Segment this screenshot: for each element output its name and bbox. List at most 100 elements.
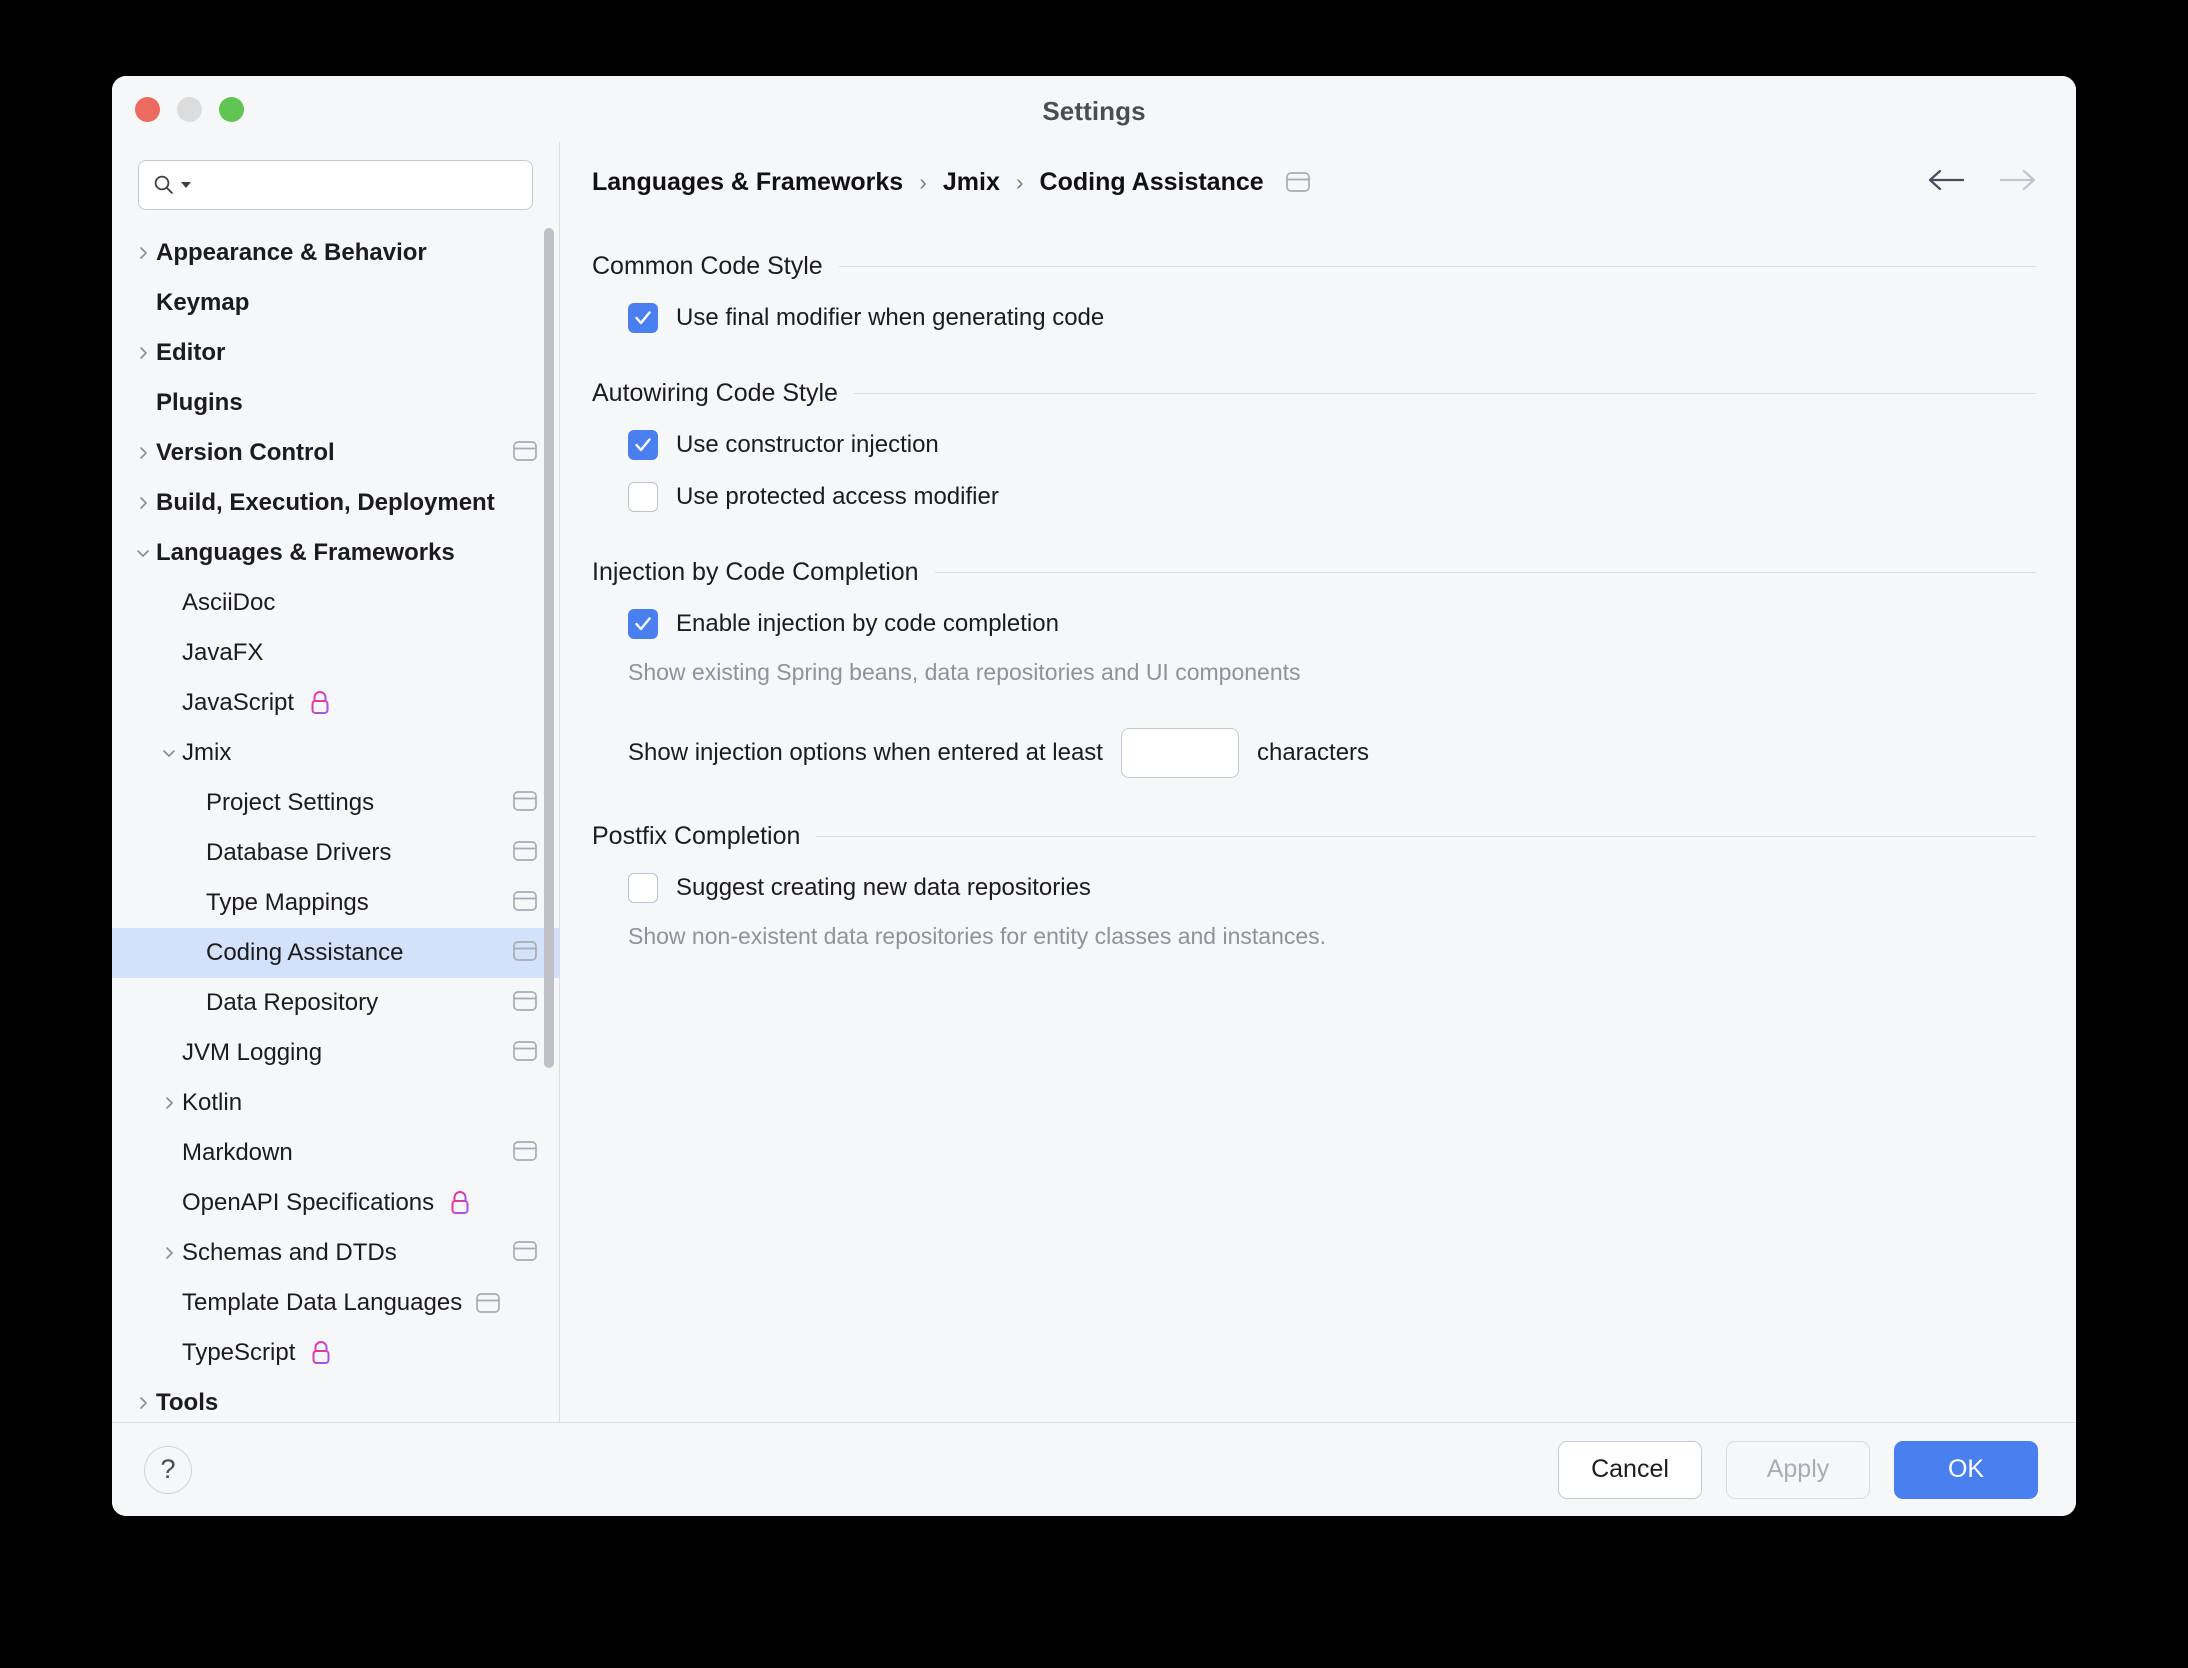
sidebar-item-build-execution-deployment[interactable]: Build, Execution, Deployment <box>112 478 559 528</box>
sidebar-item-label: JavaScript <box>182 691 294 715</box>
sidebar-item-keymap[interactable]: Keymap <box>112 278 559 328</box>
sidebar-item-jmix[interactable]: Jmix <box>112 728 559 778</box>
section-hint: Show non-existent data repositories for … <box>628 923 2036 950</box>
sidebar-item-badge <box>497 990 537 1017</box>
title-bar: Settings <box>112 76 2076 142</box>
section-title: Postfix Completion <box>592 822 800 851</box>
spacer <box>592 512 2036 540</box>
sidebar-item-label: Appearance & Behavior <box>156 241 427 265</box>
chevron-down-icon[interactable] <box>156 745 182 761</box>
sidebar-item-label: Editor <box>156 341 225 365</box>
sidebar-item-project-settings[interactable]: Project Settings <box>112 778 559 828</box>
help-button[interactable]: ? <box>144 1446 192 1494</box>
sidebar-item-database-drivers[interactable]: Database Drivers <box>112 828 559 878</box>
project-scope-icon <box>476 1292 500 1314</box>
checkbox-row[interactable]: Use final modifier when generating code <box>628 303 2036 333</box>
project-scope-icon <box>513 440 537 467</box>
sidebar-item-kotlin[interactable]: Kotlin <box>112 1078 559 1128</box>
sidebar-item-label: AsciiDoc <box>182 591 275 615</box>
sidebar-item-appearance-behavior[interactable]: Appearance & Behavior <box>112 228 559 278</box>
spinner-label-after: characters <box>1257 739 1369 767</box>
spacer <box>592 778 2036 804</box>
spinner-input[interactable] <box>1122 729 1239 777</box>
back-arrow-icon[interactable] <box>1926 167 1968 198</box>
checkbox-label: Use constructor injection <box>676 431 939 459</box>
checkbox-row[interactable]: Use protected access modifier <box>628 482 2036 512</box>
project-scope-icon <box>513 1240 537 1267</box>
sidebar-item-tools[interactable]: Tools <box>112 1378 559 1422</box>
sidebar-item-coding-assistance[interactable]: Coding Assistance <box>112 928 559 978</box>
sidebar-item-label: Keymap <box>156 291 249 315</box>
search-input[interactable] <box>197 161 518 209</box>
checkbox-checked-icon[interactable] <box>628 430 658 460</box>
sidebar-item-typescript[interactable]: TypeScript <box>112 1328 559 1378</box>
sidebar-item-label: Type Mappings <box>206 891 369 915</box>
sidebar-item-markdown[interactable]: Markdown <box>112 1128 559 1178</box>
dialog-footer: ? Cancel Apply OK <box>112 1422 2076 1516</box>
chevron-down-icon[interactable] <box>130 545 156 561</box>
settings-main-panel: Languages & Frameworks›Jmix›Coding Assis… <box>560 142 2076 1422</box>
breadcrumb-separator: › <box>919 169 927 196</box>
project-scope-icon <box>513 790 537 817</box>
project-scope-icon <box>513 890 537 917</box>
sidebar-item-label: Template Data Languages <box>182 1291 462 1315</box>
apply-button: Apply <box>1726 1441 1870 1499</box>
window-title: Settings <box>112 96 2076 127</box>
chevron-right-icon[interactable] <box>130 245 156 261</box>
chevron-right-icon[interactable] <box>130 1395 156 1411</box>
sidebar-item-plugins[interactable]: Plugins <box>112 378 559 428</box>
breadcrumb-project-scope-icon <box>1286 171 1310 193</box>
sidebar-scrollbar[interactable] <box>544 228 554 1068</box>
sidebar-item-data-repository[interactable]: Data Repository <box>112 978 559 1028</box>
checkbox-row[interactable]: Use constructor injection <box>628 430 2036 460</box>
checkbox-unchecked-icon[interactable] <box>628 482 658 512</box>
section-title: Injection by Code Completion <box>592 558 919 587</box>
checkbox-label: Use final modifier when generating code <box>676 304 1104 332</box>
chevron-right-icon[interactable] <box>156 1095 182 1111</box>
search-area <box>112 142 559 220</box>
search-filter-chevron-down-icon[interactable] <box>181 181 191 189</box>
section-header: Common Code Style <box>592 252 2036 281</box>
cancel-button[interactable]: Cancel <box>1558 1441 1702 1499</box>
section-header: Autowiring Code Style <box>592 379 2036 408</box>
sidebar-item-label: Version Control <box>156 441 335 465</box>
checkbox-unchecked-icon[interactable] <box>628 873 658 903</box>
checkbox-row[interactable]: Enable injection by code completion <box>628 609 2036 639</box>
sidebar-item-label: Schemas and DTDs <box>182 1241 397 1265</box>
breadcrumb-part[interactable]: Coding Assistance <box>1040 168 1264 197</box>
sidebar-item-schemas-and-dtds[interactable]: Schemas and DTDs <box>112 1228 559 1278</box>
ok-button[interactable]: OK <box>1894 1441 2038 1499</box>
dialog-action-buttons: Cancel Apply OK <box>1558 1441 2038 1499</box>
breadcrumb-part[interactable]: Jmix <box>943 168 1000 197</box>
checkbox-row[interactable]: Suggest creating new data repositories <box>628 873 2036 903</box>
sidebar-item-jvm-logging[interactable]: JVM Logging <box>112 1028 559 1078</box>
sidebar-item-label: Database Drivers <box>206 841 391 865</box>
sidebar-item-openapi-specifications[interactable]: OpenAPI Specifications <box>112 1178 559 1228</box>
chevron-right-icon[interactable] <box>130 445 156 461</box>
sidebar-item-template-data-languages[interactable]: Template Data Languages <box>112 1278 559 1328</box>
chevron-right-icon[interactable] <box>130 345 156 361</box>
characters-spinner[interactable] <box>1121 728 1239 778</box>
checkbox-checked-icon[interactable] <box>628 609 658 639</box>
sidebar-item-javascript[interactable]: JavaScript <box>112 678 559 728</box>
section-divider <box>839 266 2036 267</box>
sidebar-item-type-mappings[interactable]: Type Mappings <box>112 878 559 928</box>
project-scope-icon <box>513 990 537 1017</box>
forward-arrow-icon[interactable] <box>1996 167 2038 198</box>
breadcrumb-part[interactable]: Languages & Frameworks <box>592 168 903 197</box>
sidebar-item-version-control[interactable]: Version Control <box>112 428 559 478</box>
section-title: Common Code Style <box>592 252 823 281</box>
settings-tree[interactable]: Appearance & Behavior Keymap Editor Plugins… <box>112 220 559 1422</box>
sidebar-item-languages-frameworks[interactable]: Languages & Frameworks <box>112 528 559 578</box>
lock-icon <box>448 1190 472 1216</box>
project-scope-icon <box>513 940 537 967</box>
sidebar-item-javafx[interactable]: JavaFX <box>112 628 559 678</box>
chevron-right-icon[interactable] <box>156 1245 182 1261</box>
search-box[interactable] <box>138 160 533 210</box>
sidebar-item-editor[interactable]: Editor <box>112 328 559 378</box>
sidebar-item-asciidoc[interactable]: AsciiDoc <box>112 578 559 628</box>
chevron-right-icon[interactable] <box>130 495 156 511</box>
sidebar-item-label: Tools <box>156 1391 218 1415</box>
checkbox-checked-icon[interactable] <box>628 303 658 333</box>
checkbox-label: Suggest creating new data repositories <box>676 874 1091 902</box>
